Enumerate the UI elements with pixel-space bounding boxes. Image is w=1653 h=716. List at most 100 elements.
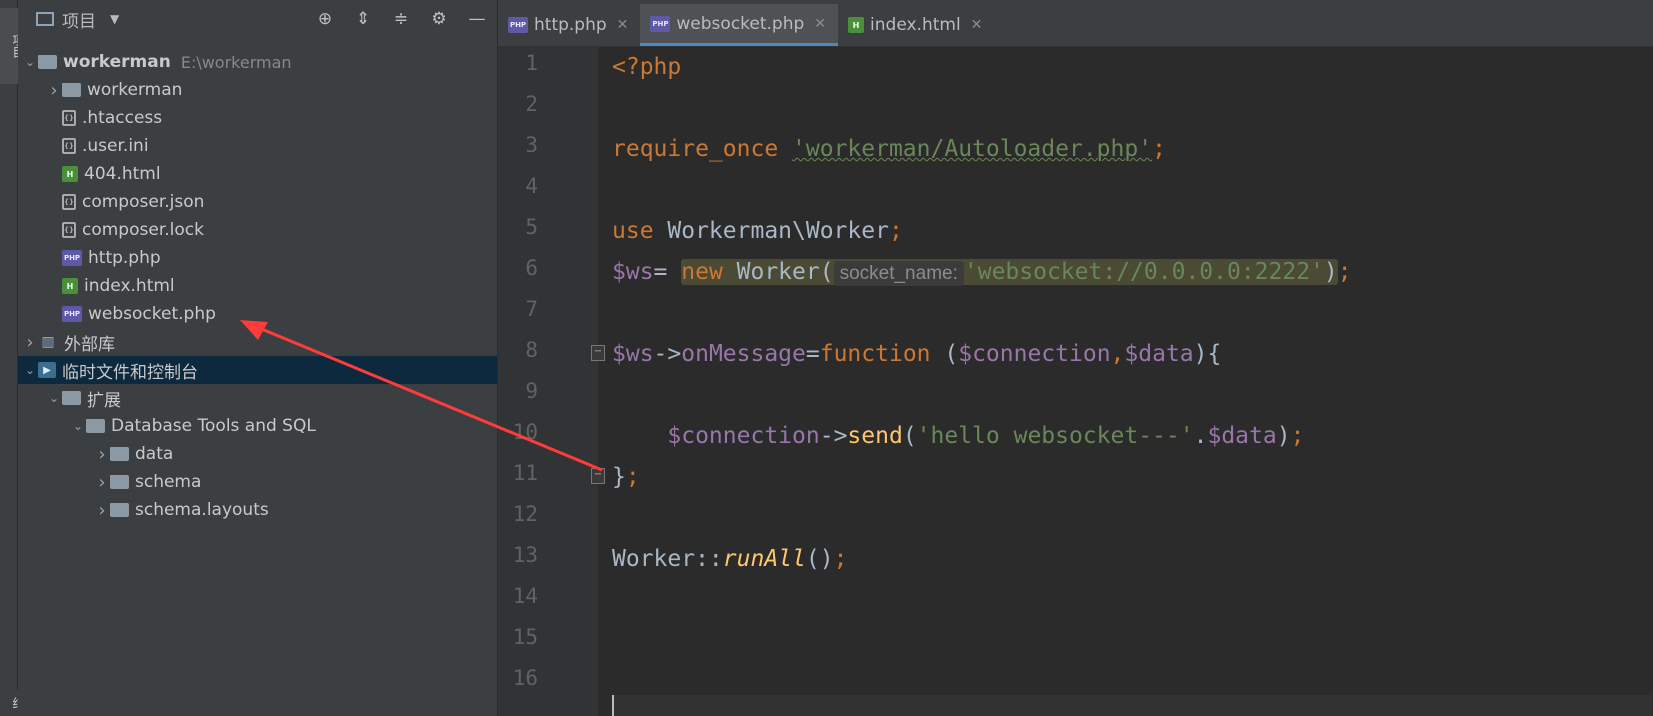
token-class: Worker:: <box>612 546 723 572</box>
folder-icon <box>110 503 129 517</box>
collapse-all-icon[interactable]: ≑ <box>391 9 411 29</box>
tree-item[interactable]: ⌄ ▶ 临时文件和控制台 <box>18 356 497 384</box>
fold-open-icon[interactable]: − <box>591 345 605 361</box>
project-panel-title[interactable]: 项目 <box>62 7 96 32</box>
token-param: $data <box>1124 341 1194 367</box>
token-param: $connection <box>958 341 1111 367</box>
token-var: $ws <box>612 259 654 285</box>
chevron-down-icon[interactable]: ⌄ <box>46 391 62 405</box>
line-number: 15 <box>512 625 538 649</box>
tree-item[interactable]: {} .user.ini <box>18 132 497 160</box>
token-paren: ( <box>930 341 959 367</box>
line-number: 4 <box>525 174 538 198</box>
chevron-right-icon[interactable]: › <box>46 80 62 101</box>
chevron-right-icon[interactable]: › <box>22 332 38 353</box>
tree-item-path: E:\workerman <box>180 52 292 72</box>
folder-icon <box>38 55 57 69</box>
code-line-8: $ws->onMessage=function ($connection,$da… <box>612 334 1221 374</box>
token-semicolon: ; <box>888 218 903 244</box>
panel-toolbar: ⊕ ⇕ ≑ ⚙ — <box>315 0 487 38</box>
current-line-highlight <box>612 695 1652 716</box>
tree-item[interactable]: PHP websocket.php <box>18 300 497 328</box>
token-function: function <box>819 341 931 367</box>
project-tree: ⌄ workerman E:\workerman › workerman{} .htacc… <box>18 48 497 524</box>
code-line-10: $connection->send('hello websocket---'.$… <box>612 416 1304 456</box>
expand-all-icon[interactable]: ⇕ <box>353 9 373 29</box>
php-file-icon: PHP <box>62 306 82 322</box>
html-file-icon: H <box>62 166 78 182</box>
tree-item[interactable]: ⌄ 扩展 <box>18 384 497 412</box>
text-caret <box>612 695 614 716</box>
chevron-down-icon[interactable]: ⌄ <box>22 55 38 69</box>
token-use: use <box>612 218 654 244</box>
close-icon[interactable]: ✕ <box>971 17 983 33</box>
token-paren: ( <box>902 423 917 449</box>
parameter-hint: socket_name: <box>833 261 964 286</box>
token-concat: . <box>1193 423 1208 449</box>
line-number: 10 <box>512 420 538 444</box>
tree-item-label: composer.lock <box>82 220 204 240</box>
line-number-gutter: − − 1 2 3 4 5 6 7 8 9 10 11 12 13 14 15 16 <box>498 47 605 716</box>
code-view[interactable]: <?php require_once 'workerman/Autoloader… <box>612 47 1652 716</box>
editor-area: PHP http.php ✕ PHP websocket.php ✕ Hindex.html… <box>498 0 1653 716</box>
tree-item[interactable]: › ▥ 外部库 <box>18 328 497 356</box>
tree-item-label: workerman <box>63 52 171 72</box>
text-file-icon: {} <box>62 222 76 238</box>
text-file-icon: {} <box>62 138 76 154</box>
chevron-right-icon[interactable]: › <box>94 472 110 493</box>
token-require: require_once <box>612 136 779 162</box>
tree-item-label: 外部库 <box>64 334 115 355</box>
token-string: 'workerman/Autoloader.php' <box>792 136 1153 162</box>
highlighted-expression: new Worker(socket_name:'websocket://0.0.… <box>681 259 1338 286</box>
tree-item[interactable]: {} composer.lock <box>18 216 497 244</box>
editor-tab-bar: PHP http.php ✕ PHP websocket.php ✕ Hindex.html… <box>498 0 1653 47</box>
html-file-icon: H <box>62 278 78 294</box>
chevron-down-icon[interactable]: ⌄ <box>70 419 86 433</box>
tree-item[interactable]: › workerman <box>18 76 497 104</box>
tree-item[interactable]: H 404.html <box>18 160 497 188</box>
chevron-down-icon[interactable]: ⌄ <box>22 363 38 377</box>
folder-icon <box>62 391 81 405</box>
folder-icon <box>62 83 81 97</box>
html-file-icon: H <box>848 17 865 33</box>
token-namespace: Workerman\Worker <box>653 218 889 244</box>
code-line-6: $ws= new Worker(socket_name:'websocket:/… <box>612 252 1352 292</box>
tree-item-label: composer.json <box>82 192 205 212</box>
tree-item[interactable]: {} .htaccess <box>18 104 497 132</box>
tree-item[interactable]: {} composer.json <box>18 188 497 216</box>
tree-item[interactable]: PHP http.php <box>18 244 497 272</box>
tree-item[interactable]: › schema.layouts <box>18 496 497 524</box>
php-file-icon: PHP <box>508 17 528 33</box>
tree-item[interactable]: › schema <box>18 468 497 496</box>
close-icon[interactable]: ✕ <box>617 17 629 33</box>
line-number: 7 <box>525 297 538 321</box>
tree-item[interactable]: Hindex.html <box>18 272 497 300</box>
line-number: 12 <box>512 502 538 526</box>
code-line-5: use Workerman\Worker; <box>612 211 903 251</box>
tree-item[interactable]: ⌄ Database Tools and SQL <box>18 412 497 440</box>
token-semicolon: ; <box>1337 259 1352 285</box>
editor-tab[interactable]: PHP http.php ✕ <box>498 4 640 46</box>
minimize-icon[interactable]: — <box>467 9 487 29</box>
editor-tab[interactable]: Hindex.html ✕ <box>838 4 994 46</box>
editor-tab[interactable]: PHP websocket.php ✕ <box>640 4 839 46</box>
code-line-13: Worker::runAll(); <box>612 539 847 579</box>
line-number: 16 <box>512 666 538 690</box>
gear-icon[interactable]: ⚙ <box>429 9 449 29</box>
token-string: 'hello websocket---' <box>916 423 1194 449</box>
code-line-11: }; <box>612 457 640 497</box>
line-number: 1 <box>525 51 538 75</box>
fold-close-icon[interactable]: − <box>591 468 605 484</box>
locate-icon[interactable]: ⊕ <box>315 9 335 29</box>
token-assign: = <box>653 259 682 285</box>
tree-item[interactable]: ⌄ workerman E:\workerman <box>18 48 497 76</box>
text-file-icon: {} <box>62 194 76 210</box>
chevron-down-icon[interactable]: ▼ <box>110 12 119 26</box>
chevron-right-icon[interactable]: › <box>94 444 110 465</box>
tree-item[interactable]: › data <box>18 440 497 468</box>
tree-item-label: schema <box>135 472 202 492</box>
chevron-right-icon[interactable]: › <box>94 500 110 521</box>
tree-item-label: .user.ini <box>82 136 149 156</box>
scratches-icon: ▶ <box>38 362 56 378</box>
close-icon[interactable]: ✕ <box>814 16 826 32</box>
